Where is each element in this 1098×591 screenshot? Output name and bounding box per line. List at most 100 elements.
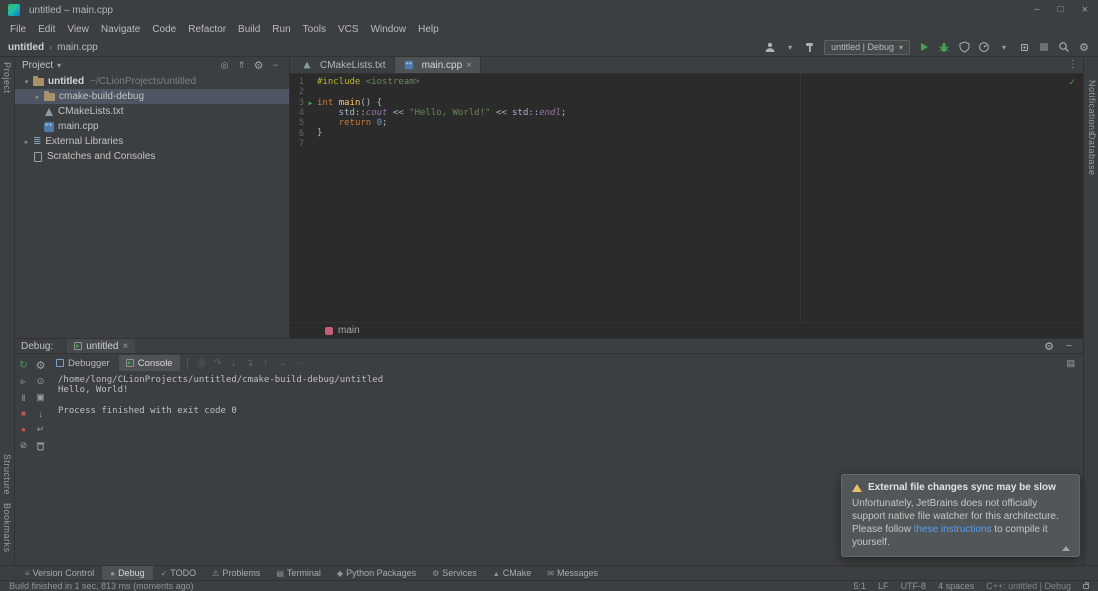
avatar-button[interactable] [764,40,776,54]
project-view-dropdown-icon[interactable] [57,60,61,71]
line-separator[interactable]: LF [878,581,889,591]
step-over-icon[interactable] [211,358,225,369]
tool-button-bookmarks[interactable]: Bookmarks [2,503,12,553]
caret-position[interactable]: 5:1 [854,581,867,591]
tool-button-debug[interactable]: Debug [102,566,152,580]
tool-button-terminal[interactable]: Terminal [268,566,329,580]
debug-button[interactable] [938,40,950,54]
minimize-icon[interactable] [1034,4,1040,16]
rerun-button[interactable] [17,360,30,371]
chevron-right-icon[interactable] [32,93,43,101]
settings-gear-icon[interactable] [1078,40,1090,54]
breadcrumb-file[interactable]: main.cpp [57,42,98,53]
code-area[interactable]: 1#include <iostream>23▶int main() {4 std… [290,74,1083,149]
menu-vcs[interactable]: VCS [332,24,365,35]
build-hammer-button[interactable] [804,40,816,54]
inspections-ok-icon[interactable] [1068,77,1076,88]
hide-panel-icon[interactable] [269,60,282,70]
mute-breakpoints-button[interactable] [17,440,30,451]
scroll-to-end-icon[interactable] [34,408,47,419]
menu-refactor[interactable]: Refactor [182,24,232,35]
tool-button-python-packages[interactable]: Python Packages [329,566,424,580]
close-icon[interactable] [1082,4,1088,16]
menu-code[interactable]: Code [146,24,182,35]
instructions-link[interactable]: these instructions [914,524,992,535]
project-settings-icon[interactable] [252,59,265,72]
collapse-all-icon[interactable] [235,60,248,71]
view-breakpoints-button[interactable] [17,424,30,435]
layout-settings-icon[interactable] [34,360,47,371]
tool-button-version-control[interactable]: Version Control [17,566,102,580]
tool-button-structure[interactable]: Structure [2,454,12,495]
menu-help[interactable]: Help [412,24,445,35]
stop-button[interactable] [1038,40,1050,54]
profiler-dropdown-icon[interactable] [998,40,1010,54]
clear-console-icon[interactable] [34,440,47,451]
run-to-cursor-icon[interactable] [275,358,289,369]
tree-item-cmakelists[interactable]: CMakeLists.txt [15,104,289,119]
menu-view[interactable]: View [61,24,95,35]
soft-wrap-icon[interactable] [34,424,47,435]
evaluate-expression-icon[interactable] [291,358,305,369]
title-bar[interactable]: untitled – main.cpp [0,0,1098,20]
tab-main-cpp[interactable]: main.cpp [395,57,481,73]
run-button[interactable] [918,40,930,54]
menu-tools[interactable]: Tools [297,24,332,35]
tool-button-database[interactable]: Database [1087,133,1097,176]
tool-button-notifications[interactable]: Notifications [1087,80,1097,136]
restore-layout-icon[interactable] [34,392,47,403]
code-line[interactable]: 1#include <iostream> [290,77,1083,87]
stop-process-button[interactable] [17,408,30,419]
tool-button-services[interactable]: Services [424,566,485,580]
tool-button-messages[interactable]: Messages [539,566,606,580]
resume-button[interactable] [17,376,30,387]
code-line[interactable]: 2 [290,87,1083,97]
menu-window[interactable]: Window [365,24,413,35]
force-step-into-icon[interactable] [243,358,257,369]
show-execution-point-icon[interactable] [195,358,209,369]
search-everywhere-icon[interactable] [1058,40,1070,54]
debug-settings-icon[interactable] [1043,339,1055,353]
chevron-down-icon[interactable] [21,78,32,86]
tab-debugger[interactable]: Debugger [49,355,117,371]
avatar-dropdown-icon[interactable] [784,40,796,54]
tool-button-project[interactable]: Project [2,62,12,94]
run-config-select[interactable]: untitled | Debug [824,40,910,55]
tool-button-problems[interactable]: Problems [204,566,268,580]
tab-console[interactable]: Console [119,355,180,371]
console-options-icon[interactable] [1066,358,1075,369]
code-line[interactable]: 7 [290,139,1083,149]
code-line[interactable]: 3▶int main() { [290,98,1083,108]
debug-session-tab[interactable]: untitled [67,339,135,353]
breadcrumb-function[interactable]: main [338,325,360,336]
editor-options-icon[interactable] [1068,59,1078,70]
project-panel-title[interactable]: Project [22,60,53,71]
resolve-context[interactable]: C++: untitled | Debug [986,581,1071,591]
tree-item-scratches[interactable]: Scratches and Consoles [15,149,289,164]
code-line[interactable]: 6} [290,128,1083,138]
tool-button-cmake[interactable]: CMake [485,566,539,580]
indent-style[interactable]: 4 spaces [938,581,974,591]
code-line[interactable]: 4 std::cout << "Hello, World!" << std::e… [290,108,1083,118]
hide-debug-panel-icon[interactable] [1063,339,1075,353]
pin-tab-icon[interactable] [34,376,47,387]
menu-run[interactable]: Run [266,24,296,35]
tab-close-icon[interactable] [466,60,472,71]
breadcrumb-project[interactable]: untitled [8,42,44,53]
tree-item-main-cpp[interactable]: main.cpp [15,119,289,134]
profiler-button[interactable] [978,40,990,54]
collapse-notification-icon[interactable] [1062,546,1070,551]
maximize-icon[interactable] [1058,4,1064,16]
code-line[interactable]: 5 return 0; [290,118,1083,128]
menu-build[interactable]: Build [232,24,266,35]
pause-button[interactable] [17,392,30,403]
session-close-icon[interactable] [123,341,129,352]
tool-button-todo[interactable]: TODO [153,566,205,580]
tree-item-root[interactable]: untitled ~/CLionProjects/untitled [15,74,289,89]
file-encoding[interactable]: UTF-8 [901,581,927,591]
menu-navigate[interactable]: Navigate [95,24,146,35]
tab-cmakelists[interactable]: CMakeLists.txt [293,57,395,73]
chevron-right-icon[interactable] [21,138,32,146]
attach-process-button[interactable] [1018,40,1030,54]
tree-item-external-libraries[interactable]: External Libraries [15,134,289,149]
